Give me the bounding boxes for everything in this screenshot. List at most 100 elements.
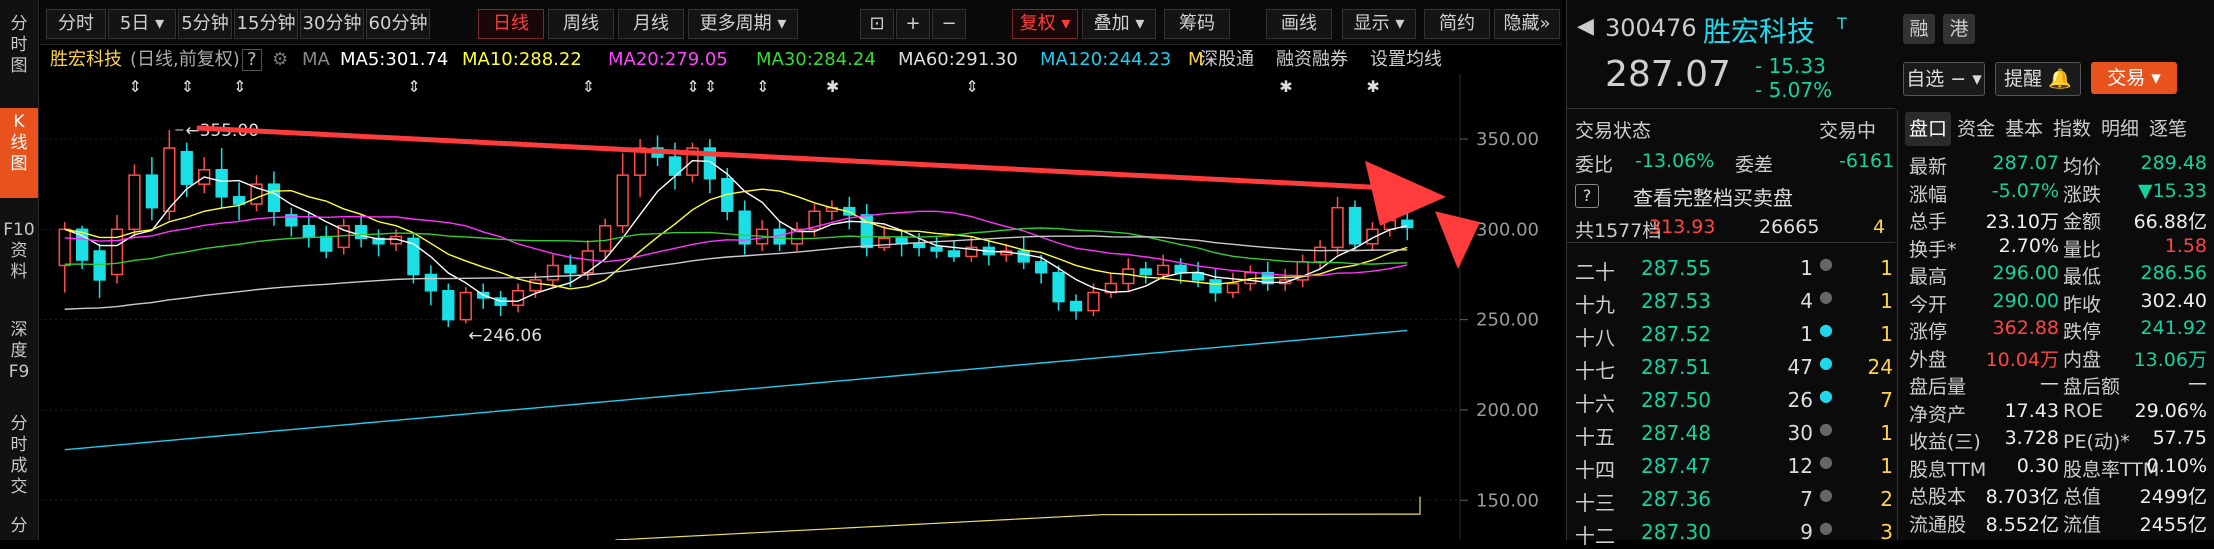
set-ma-button[interactable]: 设置均线 — [1370, 46, 1442, 74]
zoom-out-icon[interactable]: − — [932, 9, 966, 39]
ma5-line — [64, 159, 1408, 302]
chevron-down-icon: ▾ — [155, 13, 165, 34]
lock-icon[interactable]: ⊡ — [860, 9, 894, 39]
candle-body — [1139, 268, 1152, 276]
stat-label: 最低 — [2063, 266, 2102, 288]
minus-icon: − — [1950, 68, 1967, 90]
sidebar-item-more[interactable]: 分 — [0, 512, 38, 544]
sidebar-item-fenshi[interactable]: 分时图 — [0, 10, 38, 98]
tab-mingxi[interactable]: 明细 — [2097, 112, 2143, 146]
orderbook-count: 24 — [1867, 355, 1893, 379]
overlay-label: 叠加 — [1093, 13, 1130, 34]
status-label: 交易状态 — [1575, 120, 1652, 142]
margin-badge[interactable]: 融 — [1903, 14, 1935, 44]
tab-zhishu[interactable]: 指数 — [2049, 112, 2095, 146]
hk-connect-badge[interactable]: 港 — [1943, 14, 1975, 44]
sidebar-item-depth[interactable]: 深度 F9 — [0, 316, 38, 402]
candle-body — [424, 273, 438, 292]
ma60-value: MA60:291.30 — [898, 49, 1018, 70]
candle-body — [1069, 300, 1083, 312]
orderbook-dot-icon: ● — [1819, 518, 1833, 537]
sidebar-item-label: F9 — [8, 362, 30, 382]
tab-zhubi[interactable]: 逐笔 — [2145, 112, 2191, 146]
stat-label: 总手 — [1909, 211, 1948, 233]
stat-value: 0.30 — [2016, 454, 2059, 477]
tab-15min[interactable]: 15分钟 — [234, 9, 298, 39]
tab-zijin[interactable]: 资金 — [1953, 112, 1999, 146]
shengu-tong-button[interactable]: 深股通 — [1200, 46, 1254, 74]
event-marker: ⇕ — [756, 77, 769, 96]
full-orderbook-link[interactable]: 查看完整档买卖盘 — [1633, 182, 1793, 211]
orderbook-dot-icon: ● — [1819, 419, 1833, 438]
zoom-in-icon[interactable]: + — [896, 9, 930, 39]
help-icon[interactable]: ? — [1575, 184, 1599, 208]
tab-month[interactable]: 月线 — [618, 9, 684, 39]
stat-value: 287.07 — [1992, 152, 2059, 174]
display-dropdown[interactable]: 显示 ▾ — [1342, 9, 1416, 39]
sidebar-item-label: 时 — [10, 35, 28, 55]
help-icon[interactable]: ? — [242, 49, 262, 71]
orderbook-row[interactable]: 二十 287.55 1 1 ● — [1575, 250, 2214, 284]
sidebar-item-kline[interactable]: K线图 — [0, 108, 38, 198]
tab-jiben[interactable]: 基本 — [2001, 112, 2047, 146]
orderbook-row[interactable]: 十二 287.30 9 3 ● — [1575, 514, 2214, 548]
candle-body — [145, 174, 159, 209]
orderbook-row[interactable]: 十三 287.36 7 2 ● — [1575, 481, 2214, 515]
candle-body — [1209, 279, 1222, 294]
candle-body — [1052, 271, 1065, 303]
chevron-down-icon: ▾ — [777, 13, 787, 34]
ma5-value: MA5:301.74 — [340, 49, 449, 70]
sidebar-item-deal[interactable]: 分时成交 — [0, 410, 38, 510]
candle-body — [232, 196, 246, 205]
simplified-button[interactable]: 简约 — [1424, 9, 1490, 39]
stat-label: 换手* — [1909, 238, 1957, 261]
orderbook-price: 287.52 — [1641, 322, 1711, 346]
sidebar-item-label: 分 — [10, 414, 28, 434]
margin-trading-button[interactable]: 融资融券 — [1276, 46, 1348, 74]
tab-30min[interactable]: 30分钟 — [300, 9, 364, 39]
alert-button[interactable]: 提醒 🔔 — [1995, 62, 2081, 96]
event-marker: ⇕ — [233, 77, 246, 96]
orderbook-row[interactable]: 十八 287.52 1 1 ● — [1575, 316, 2214, 350]
event-marker: ⇕ — [407, 77, 420, 96]
overlay-dropdown[interactable]: 叠加 ▾ — [1082, 9, 1156, 39]
orderbook-price: 287.53 — [1641, 289, 1711, 313]
tab-60min[interactable]: 60分钟 — [366, 9, 430, 39]
candle-body — [912, 243, 926, 249]
sidebar-item-label: 料 — [10, 262, 28, 282]
chips-button[interactable]: 筹码 — [1164, 9, 1230, 39]
chevron-down-icon: ▾ — [2151, 67, 2161, 89]
orderbook-count: 1 — [1880, 421, 1893, 445]
tab-fenshi[interactable]: 分时 — [46, 9, 106, 39]
candle-body — [930, 246, 943, 252]
candle-body — [564, 264, 577, 274]
tab-5min[interactable]: 5分钟 — [178, 9, 232, 39]
tab-day[interactable]: 日线 — [478, 9, 544, 39]
trade-button[interactable]: 交易 ▾ — [2091, 62, 2177, 94]
bell-icon: 🔔 — [2048, 68, 2072, 90]
gear-icon[interactable]: ⚙ — [272, 46, 288, 74]
more-periods-dropdown[interactable]: 更多周期 ▾ — [688, 9, 798, 39]
chevron-down-icon: ▾ — [1061, 13, 1071, 34]
draw-button[interactable]: 画线 — [1266, 9, 1332, 39]
prev-stock-icon[interactable]: ◀ — [1577, 14, 1594, 39]
sidebar-item-f10[interactable]: F10 资料 — [0, 216, 38, 304]
orderbook-price: 287.47 — [1641, 454, 1711, 478]
fuquan-dropdown[interactable]: 复权 ▾ — [1012, 9, 1078, 39]
tab-week[interactable]: 周线 — [548, 9, 614, 39]
tab-pankou[interactable]: 盘口 — [1905, 112, 1951, 146]
orderbook-dot-icon: ● — [1819, 287, 1833, 306]
ma120-value: MA120:244.23 — [1040, 49, 1172, 70]
stat-label: 量比 — [2063, 238, 2102, 261]
watchlist-button[interactable]: 自选 − ▾ — [1903, 62, 1985, 96]
hide-button[interactable]: 隐藏» — [1494, 9, 1560, 39]
orderbook-volume: 26 — [1787, 388, 1813, 412]
kline-chart[interactable]: 350.00300.00250.00200.00150.00←355.00←24… — [40, 74, 1562, 540]
stat-label: 流通股 — [1909, 513, 1967, 536]
candle-body — [1331, 206, 1344, 249]
candle-body — [442, 289, 455, 321]
orderbook-row[interactable]: 十九 287.53 4 1 ● — [1575, 283, 2214, 317]
tab-5day[interactable]: 5日 ▾ — [108, 9, 176, 39]
stat-value: 2.70% — [1998, 234, 2059, 257]
candle-body — [1348, 206, 1362, 245]
